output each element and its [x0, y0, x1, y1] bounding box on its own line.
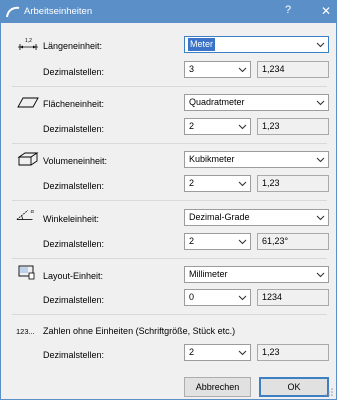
chevron-down-icon	[316, 157, 325, 163]
unitless-numbers-label: Zahlen ohne Einheiten (Schriftgröße, Stü…	[43, 326, 236, 336]
layout-preview: 1234	[257, 289, 329, 306]
volume-decimals-value: 2	[189, 178, 195, 188]
length-dimension-icon: 1,2	[18, 38, 38, 50]
area-parallelogram-icon	[17, 97, 39, 108]
layout-decimals-select[interactable]: 0	[184, 289, 251, 306]
volume-unit-value: Kubikmeter	[189, 154, 235, 164]
chevron-down-icon	[316, 215, 325, 221]
chevron-down-icon	[316, 42, 325, 48]
help-button[interactable]: ?	[280, 4, 296, 20]
volume-box-icon	[17, 152, 39, 166]
unitless-preview-value: 1,23	[262, 347, 280, 357]
layout-unit-value: Millimeter	[189, 269, 228, 279]
angle-decimals-label: Dezimalstellen:	[43, 239, 105, 249]
chevron-down-icon	[316, 100, 325, 106]
angle-unit-value: Dezimal-Grade	[189, 212, 250, 222]
window-title: Arbeitseinheiten	[24, 6, 93, 17]
angle-unit-select[interactable]: Dezimal-Grade	[184, 209, 329, 226]
area-decimals-value: 2	[189, 121, 195, 131]
length-preview-value: 1,234	[262, 64, 285, 74]
area-preview: 1,23	[257, 118, 329, 135]
length-unit-value: Meter	[188, 38, 216, 51]
chevron-down-icon	[238, 350, 247, 356]
units-dialog: Arbeitseinheiten ? ✕ 1,2 Längeneinheit: …	[0, 0, 337, 400]
chevron-down-icon	[238, 124, 247, 130]
layout-preview-value: 1234	[262, 292, 283, 302]
divider	[12, 143, 327, 144]
angle-icon: α	[16, 208, 35, 220]
unitless-decimals-label: Dezimalstellen:	[43, 350, 105, 360]
layout-decimals-value: 0	[189, 292, 195, 302]
length-decimals-label: Dezimalstellen:	[43, 67, 105, 77]
length-decimals-value: 3	[189, 64, 195, 74]
cancel-button[interactable]: Abbrechen	[184, 377, 251, 397]
layout-decimals-label: Dezimalstellen:	[43, 295, 105, 305]
divider	[12, 86, 327, 87]
svg-text:1,2: 1,2	[25, 38, 32, 44]
area-preview-value: 1,23	[262, 121, 280, 131]
chevron-down-icon	[238, 295, 247, 301]
title-bar[interactable]: Arbeitseinheiten ? ✕	[1, 1, 336, 23]
area-decimals-select[interactable]: 2	[184, 118, 251, 135]
volume-unit-label: Volumeneinheit:	[43, 156, 108, 166]
length-unit-label: Längeneinheit:	[43, 41, 103, 51]
chevron-down-icon	[238, 181, 247, 187]
area-unit-value: Quadratmeter	[189, 97, 245, 107]
unitless-preview: 1,23	[257, 344, 329, 361]
volume-unit-select[interactable]: Kubikmeter	[184, 151, 329, 168]
divider	[12, 200, 327, 201]
layout-unit-label: Layout-Einheit:	[43, 271, 104, 281]
volume-decimals-select[interactable]: 2	[184, 175, 251, 192]
angle-unit-label: Winkeleinheit:	[43, 214, 100, 224]
divider	[12, 258, 327, 259]
area-decimals-label: Dezimalstellen:	[43, 124, 105, 134]
angle-preview-value: 61,23°	[262, 236, 289, 246]
area-unit-label: Flächeneinheit:	[43, 99, 105, 109]
layout-unit-select[interactable]: Millimeter	[184, 266, 329, 283]
chevron-down-icon	[316, 272, 325, 278]
unitless-decimals-select[interactable]: 2	[184, 344, 251, 361]
close-button[interactable]: ✕	[318, 4, 334, 20]
angle-decimals-select[interactable]: 2	[184, 233, 251, 250]
angle-decimals-value: 2	[189, 236, 195, 246]
volume-preview: 1,23	[257, 175, 329, 192]
volume-decimals-label: Dezimalstellen:	[43, 181, 105, 191]
chevron-down-icon	[238, 67, 247, 73]
unitless-decimals-value: 2	[189, 347, 195, 357]
archicad-arc-icon	[6, 6, 20, 18]
ok-button[interactable]: OK	[259, 377, 329, 397]
svg-text:α: α	[31, 208, 35, 215]
unitless-numbers-icon: 123...	[16, 327, 35, 336]
length-unit-select[interactable]: Meter	[184, 36, 329, 53]
layout-sheet-icon	[18, 265, 35, 280]
divider	[12, 314, 327, 315]
resize-grip-icon[interactable]	[324, 387, 334, 397]
length-preview: 1,234	[257, 61, 329, 78]
length-decimals-select[interactable]: 3	[184, 61, 251, 78]
chevron-down-icon	[238, 239, 247, 245]
angle-preview: 61,23°	[257, 233, 329, 250]
area-unit-select[interactable]: Quadratmeter	[184, 94, 329, 111]
volume-preview-value: 1,23	[262, 178, 280, 188]
